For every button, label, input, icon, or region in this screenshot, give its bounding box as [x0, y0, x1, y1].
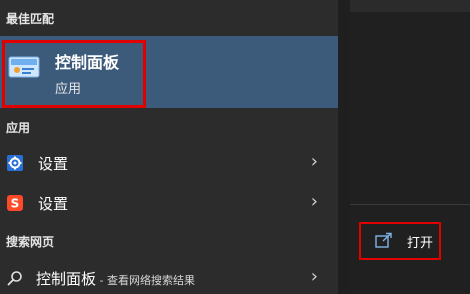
- section-header-best-match: 最佳匹配: [6, 12, 55, 26]
- details-separator: [350, 204, 470, 205]
- search-icon: [7, 271, 22, 286]
- app-item-label: 设置: [38, 155, 69, 173]
- app-item-sogou-settings[interactable]: S 设置 ›: [0, 185, 338, 221]
- svg-text:S: S: [11, 197, 20, 211]
- best-match-highlight-box: [2, 40, 146, 108]
- chevron-right-icon[interactable]: ›: [311, 266, 318, 287]
- web-search-hint: - 查看网络搜索结果: [96, 274, 195, 287]
- web-search-item[interactable]: 控制面板 - 查看网络搜索结果 ›: [0, 260, 338, 294]
- web-search-term: 控制面板: [36, 270, 97, 288]
- section-header-apps: 应用: [6, 121, 31, 135]
- sogou-icon: S: [7, 195, 23, 211]
- chevron-right-icon[interactable]: ›: [311, 191, 318, 212]
- gear-icon: [7, 155, 23, 171]
- web-search-text: 控制面板 - 查看网络搜索结果: [36, 268, 195, 289]
- panel-divider: [338, 0, 350, 294]
- open-action-highlight-box: [359, 222, 441, 260]
- details-panel-top: [350, 0, 470, 12]
- section-header-web-search: 搜索网页: [6, 235, 55, 249]
- app-item-label: 设置: [38, 195, 69, 213]
- app-item-settings[interactable]: 设置 ›: [0, 145, 338, 181]
- chevron-right-icon[interactable]: ›: [311, 151, 318, 172]
